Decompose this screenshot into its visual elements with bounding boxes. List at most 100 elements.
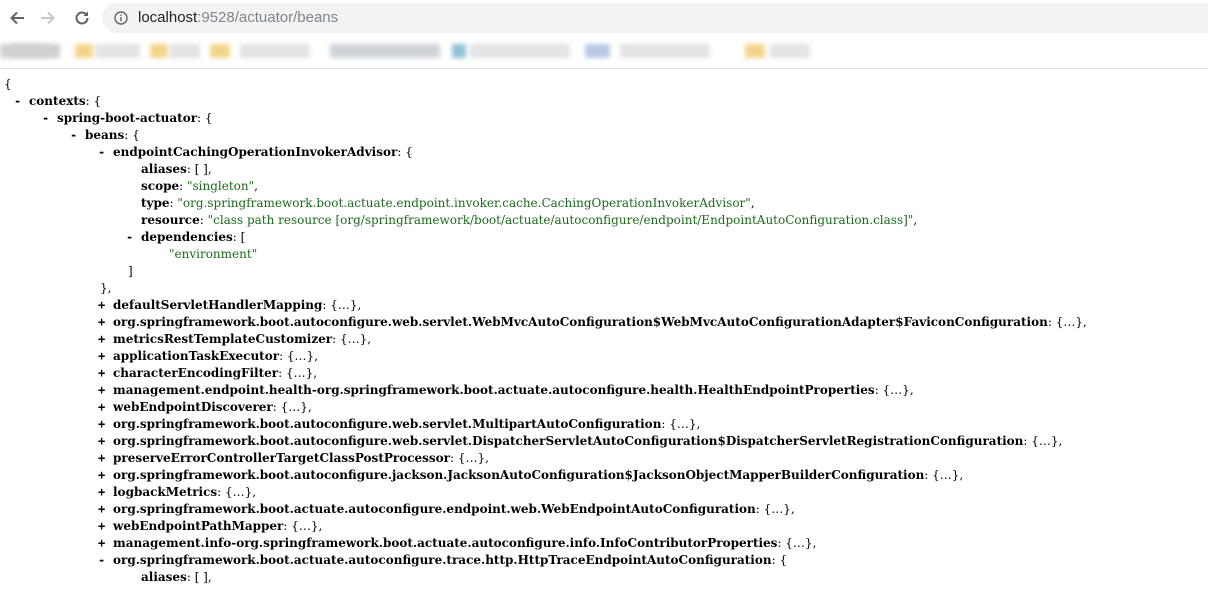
json-value: "singleton" [186,179,255,193]
json-line: + logbackMetrics: {…}, [98,484,256,501]
address-bar[interactable]: localhost:9528/actuator/beans [102,3,1208,33]
collapse-toggle[interactable]: - [14,93,29,110]
expand-toggle[interactable]: + [98,518,113,535]
expand-toggle[interactable]: + [98,348,113,365]
collapsed-object[interactable]: {…}, [281,400,312,414]
json-line: - dependencies: [ [126,229,245,246]
json-key: scope [141,179,180,193]
bookmark-icon[interactable] [0,44,60,58]
expand-toggle[interactable]: + [98,433,113,450]
url-text[interactable]: localhost:9528/actuator/beans [138,9,338,27]
forward-arrow-icon[interactable] [36,6,60,30]
collapsed-object[interactable]: {…}, [932,468,963,482]
bookmark-icon[interactable] [210,44,230,58]
json-line: type: "org.springframework.boot.actuate.… [141,195,755,212]
json-key: logbackMetrics [113,485,218,499]
json-key: applicationTaskExecutor [113,349,280,363]
bookmark-icon[interactable] [452,44,466,58]
json-colon: : [755,502,764,516]
json-colon: : [124,128,133,142]
json-line: + characterEncodingFilter: {…}, [98,365,317,382]
collapse-toggle[interactable]: - [126,229,141,246]
expand-toggle[interactable]: + [98,535,113,552]
bookmark-item[interactable] [170,44,200,58]
json-line: scope: "singleton", [141,178,258,195]
json-line: - spring-boot-actuator: { [42,110,213,127]
json-bracket: { [132,128,140,142]
json-key: aliases [141,570,187,584]
bookmark-icon[interactable] [330,44,440,58]
json-line: + org.springframework.boot.autoconfigure.… [98,433,1062,450]
json-key: org.springframework.boot.autoconfigure.j… [113,468,925,482]
collapsed-object[interactable]: {…}, [669,417,700,431]
bookmark-item[interactable] [470,44,570,58]
expand-toggle[interactable]: + [98,450,113,467]
json-line: + applicationTaskExecutor: {…}, [98,348,318,365]
bookmark-icon[interactable] [75,44,93,58]
expand-toggle[interactable]: + [98,382,113,399]
json-line: + org.springframework.boot.actuate.autoco… [98,501,795,518]
json-key: dependencies [141,230,233,244]
collapse-toggle[interactable]: - [98,144,113,161]
expand-toggle[interactable]: + [98,297,113,314]
collapsed-object[interactable]: {…}, [1056,315,1087,329]
json-colon: : [272,400,281,414]
collapse-toggle[interactable]: - [98,552,113,569]
expand-toggle[interactable]: + [98,501,113,518]
collapse-toggle[interactable]: - [70,127,85,144]
json-line: + management.info-org.springframework.boo… [98,535,816,552]
expand-toggle[interactable]: + [98,314,113,331]
collapsed-object[interactable]: {…}, [287,349,318,363]
json-key: aliases [141,162,187,176]
expand-toggle[interactable]: + [98,365,113,382]
bookmark-item[interactable] [240,44,310,58]
json-colon: : [449,451,458,465]
json-colon: : [279,349,287,363]
json-key: spring-boot-actuator [57,111,198,125]
back-arrow-icon[interactable] [5,6,29,30]
collapse-toggle[interactable]: - [42,110,57,127]
reload-icon[interactable] [70,6,94,30]
collapsed-object[interactable]: {…}, [286,366,317,380]
json-line: resource: "class path resource [org/spri… [141,212,917,229]
json-key: org.springframework.boot.autoconfigure.w… [113,315,1048,329]
collapsed-object[interactable]: {…}, [785,536,816,550]
collapsed-object[interactable]: {…}, [1031,434,1062,448]
bookmark-icon[interactable] [745,44,765,58]
json-value: "org.springframework.boot.actuate.endpoi… [177,196,751,210]
expand-toggle[interactable]: + [98,331,113,348]
collapsed-object[interactable]: {…}, [330,298,361,312]
json-colon: : [217,485,226,499]
json-line: + org.springframework.boot.autoconfigure.… [98,467,963,484]
expand-toggle[interactable]: + [98,484,113,501]
json-bracket: { [779,553,788,567]
bookmark-item[interactable] [95,44,140,58]
collapsed-object[interactable]: {…}, [225,485,256,499]
collapsed-object[interactable]: {…}, [291,519,322,533]
json-key: beans [85,128,125,142]
json-bracket: { [4,77,12,91]
info-icon[interactable] [114,11,128,25]
json-colon: : [85,94,94,108]
bookmark-item[interactable] [620,44,710,58]
json-colon: : [197,111,205,125]
json-line: + webEndpointDiscoverer: {…}, [98,399,312,416]
json-comma: , [913,213,918,227]
json-key: characterEncodingFilter [113,366,279,380]
bookmark-icon[interactable] [585,44,610,58]
collapsed-object[interactable]: {…}, [340,332,371,346]
bookmark-icon[interactable] [150,44,168,58]
collapsed-object[interactable]: {…}, [458,451,489,465]
collapsed-object[interactable]: {…}, [764,502,795,516]
bookmark-item[interactable] [770,44,810,58]
json-line: aliases: [ ], [141,161,212,178]
expand-toggle[interactable]: + [98,399,113,416]
collapsed-object[interactable]: {…}, [883,383,914,397]
json-bracket: [ [240,230,246,244]
json-line: ] [128,263,133,280]
json-line: + org.springframework.boot.autoconfigure.… [98,314,1087,331]
expand-toggle[interactable]: + [98,416,113,433]
toolbar-divider [0,68,1208,69]
json-key: org.springframework.boot.autoconfigure.w… [113,417,662,431]
expand-toggle[interactable]: + [98,467,113,484]
